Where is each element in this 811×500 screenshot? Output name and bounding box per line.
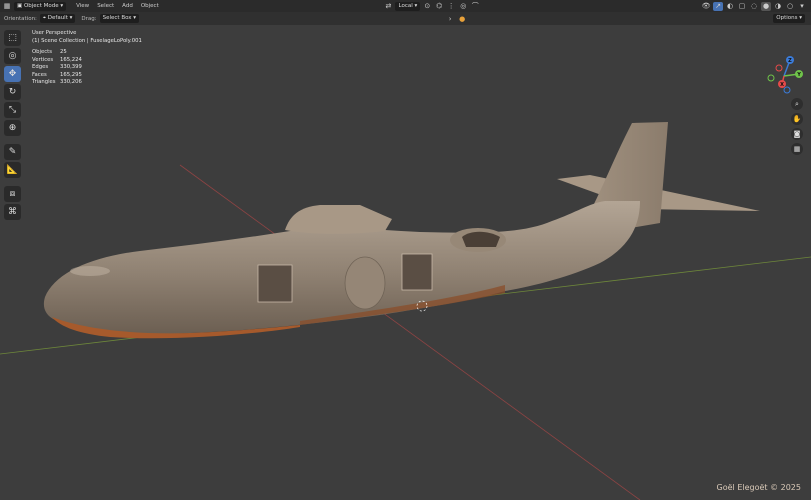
origin-icon[interactable]: ⌘	[4, 204, 21, 220]
axis-gizmo[interactable]: Z Y X	[759, 52, 809, 102]
cursor-icon[interactable]: ◎	[4, 48, 21, 64]
transform-orientation-dropdown[interactable]: Local ▾	[395, 1, 421, 11]
orientation-setting-value: Default	[47, 15, 68, 21]
pivot-icon[interactable]: ⊙	[422, 2, 432, 11]
options-label: Options	[776, 15, 798, 21]
round-panel	[344, 256, 386, 310]
shading-material-icon[interactable]: ◑	[773, 2, 783, 11]
navigation-gizmo: Z Y X ⌕ ✋ ◙ ▦	[759, 52, 809, 172]
annotate-icon[interactable]: ✎	[4, 144, 21, 160]
shading-rendered-icon[interactable]: ○	[785, 2, 795, 11]
mode-dropdown[interactable]: ▣ Object Mode ▾	[14, 1, 67, 11]
stat-label: Triangles	[32, 79, 56, 85]
expand-arrow-icon[interactable]: ›	[445, 14, 455, 23]
shading-solid-icon[interactable]: ●	[761, 1, 772, 11]
watermark: Goël Elegoët © 2025	[716, 483, 801, 492]
dorsal-fairing	[285, 205, 392, 234]
mode-label: Object Mode	[23, 2, 59, 9]
stat-value: 330,399	[60, 64, 82, 70]
overlay-toggle-icon[interactable]: ◐	[725, 2, 735, 11]
visibility-icon[interactable]: 👁	[701, 2, 711, 11]
hatch-left	[257, 264, 293, 303]
scale-icon[interactable]: ⤡	[4, 102, 21, 118]
zoom-icon[interactable]: ⌕	[791, 98, 803, 110]
xray-icon[interactable]: ▢	[737, 2, 747, 11]
rotate-icon[interactable]: ↻	[4, 84, 21, 100]
hand-icon[interactable]: ✋	[791, 113, 803, 125]
orientation-label: Local	[398, 2, 413, 9]
stat-value: 25	[60, 49, 67, 55]
select-box-icon[interactable]: ⬚	[4, 30, 21, 46]
gizmo-neg-z[interactable]	[783, 86, 791, 94]
drag-setting-dropdown[interactable]: Select Box ▾	[99, 14, 140, 23]
menu-view[interactable]: View	[72, 3, 93, 9]
menu-object[interactable]: Object	[137, 3, 163, 9]
gizmo-neg-y[interactable]	[767, 74, 775, 82]
stat-label: Vertices	[32, 56, 54, 63]
material-preview-icon[interactable]: ●	[457, 14, 467, 23]
gizmo-toggle-icon[interactable]: ↗	[713, 1, 724, 11]
orientation-setting-label: Orientation:	[4, 15, 37, 22]
stat-label: Edges	[32, 64, 49, 70]
viewport-overlay-info: User Perspective (1) Scene Collection | …	[32, 30, 142, 87]
stat-label: Objects	[32, 49, 53, 55]
hatch-right	[401, 253, 433, 291]
nose-highlight	[70, 266, 110, 276]
snap-icon[interactable]: ⌬	[434, 2, 444, 11]
menu-select[interactable]: Select	[93, 3, 118, 9]
mode-icon: ▣	[17, 2, 24, 9]
move-icon[interactable]: ✥	[4, 66, 21, 82]
tool-settings-bar: Orientation: ⌖ Default ▾ Drag: Select Bo…	[0, 12, 811, 26]
scene-statistics: Objects 25 Vertices 165,224 Edges 330,399 F…	[32, 49, 142, 87]
gizmo-neg-x[interactable]	[775, 64, 783, 72]
drag-setting-value: Select Box	[102, 15, 132, 21]
editor-type-icon[interactable]: ▦	[2, 2, 12, 11]
drag-setting-label: Drag:	[81, 15, 97, 22]
measure-icon[interactable]: 📐	[4, 162, 21, 178]
3d-viewport[interactable]: User Perspective (1) Scene Collection | …	[0, 25, 811, 500]
camera-icon[interactable]: ◙	[791, 128, 803, 140]
gizmo-y-label: Y	[796, 72, 801, 78]
options-button[interactable]: Options ▾	[773, 14, 806, 23]
snap-settings-icon[interactable]: ⋮	[446, 2, 456, 11]
shading-options-icon[interactable]: ▾	[797, 2, 807, 11]
stat-label: Faces	[32, 71, 47, 78]
orientation-icon[interactable]: ⇄	[383, 2, 393, 11]
menu-add[interactable]: Add	[118, 3, 137, 9]
shading-wireframe-icon[interactable]: ◌	[749, 2, 759, 11]
scene-canvas[interactable]	[0, 25, 811, 500]
stat-value: 330,206	[60, 79, 82, 85]
perspective-label: User Perspective	[32, 30, 77, 36]
gizmo-x-label: X	[780, 82, 784, 88]
proportional-edit-icon[interactable]: ◎	[458, 2, 468, 11]
stat-value: 165,224	[60, 56, 82, 63]
viewport-header: ▦ ▣ Object Mode ▾ View Select Add Object…	[0, 0, 811, 12]
collection-label: (1) Scene Collection | FuselageLoPoly.00…	[32, 37, 142, 44]
tool-shelf: ⬚ ◎ ✥ ↻ ⤡ ⊕ ✎ 📐 ⧈ ⌘	[4, 30, 22, 220]
transform-icon[interactable]: ⊕	[4, 120, 21, 136]
falloff-icon[interactable]: ⌒	[470, 2, 480, 11]
gizmo-z-label: Z	[788, 58, 792, 64]
stat-value: 165,295	[60, 71, 82, 78]
add-cube-icon[interactable]: ⧈	[4, 186, 21, 202]
orientation-setting-dropdown[interactable]: ⌖ Default ▾	[39, 14, 76, 23]
grid-icon[interactable]: ▦	[791, 143, 803, 155]
